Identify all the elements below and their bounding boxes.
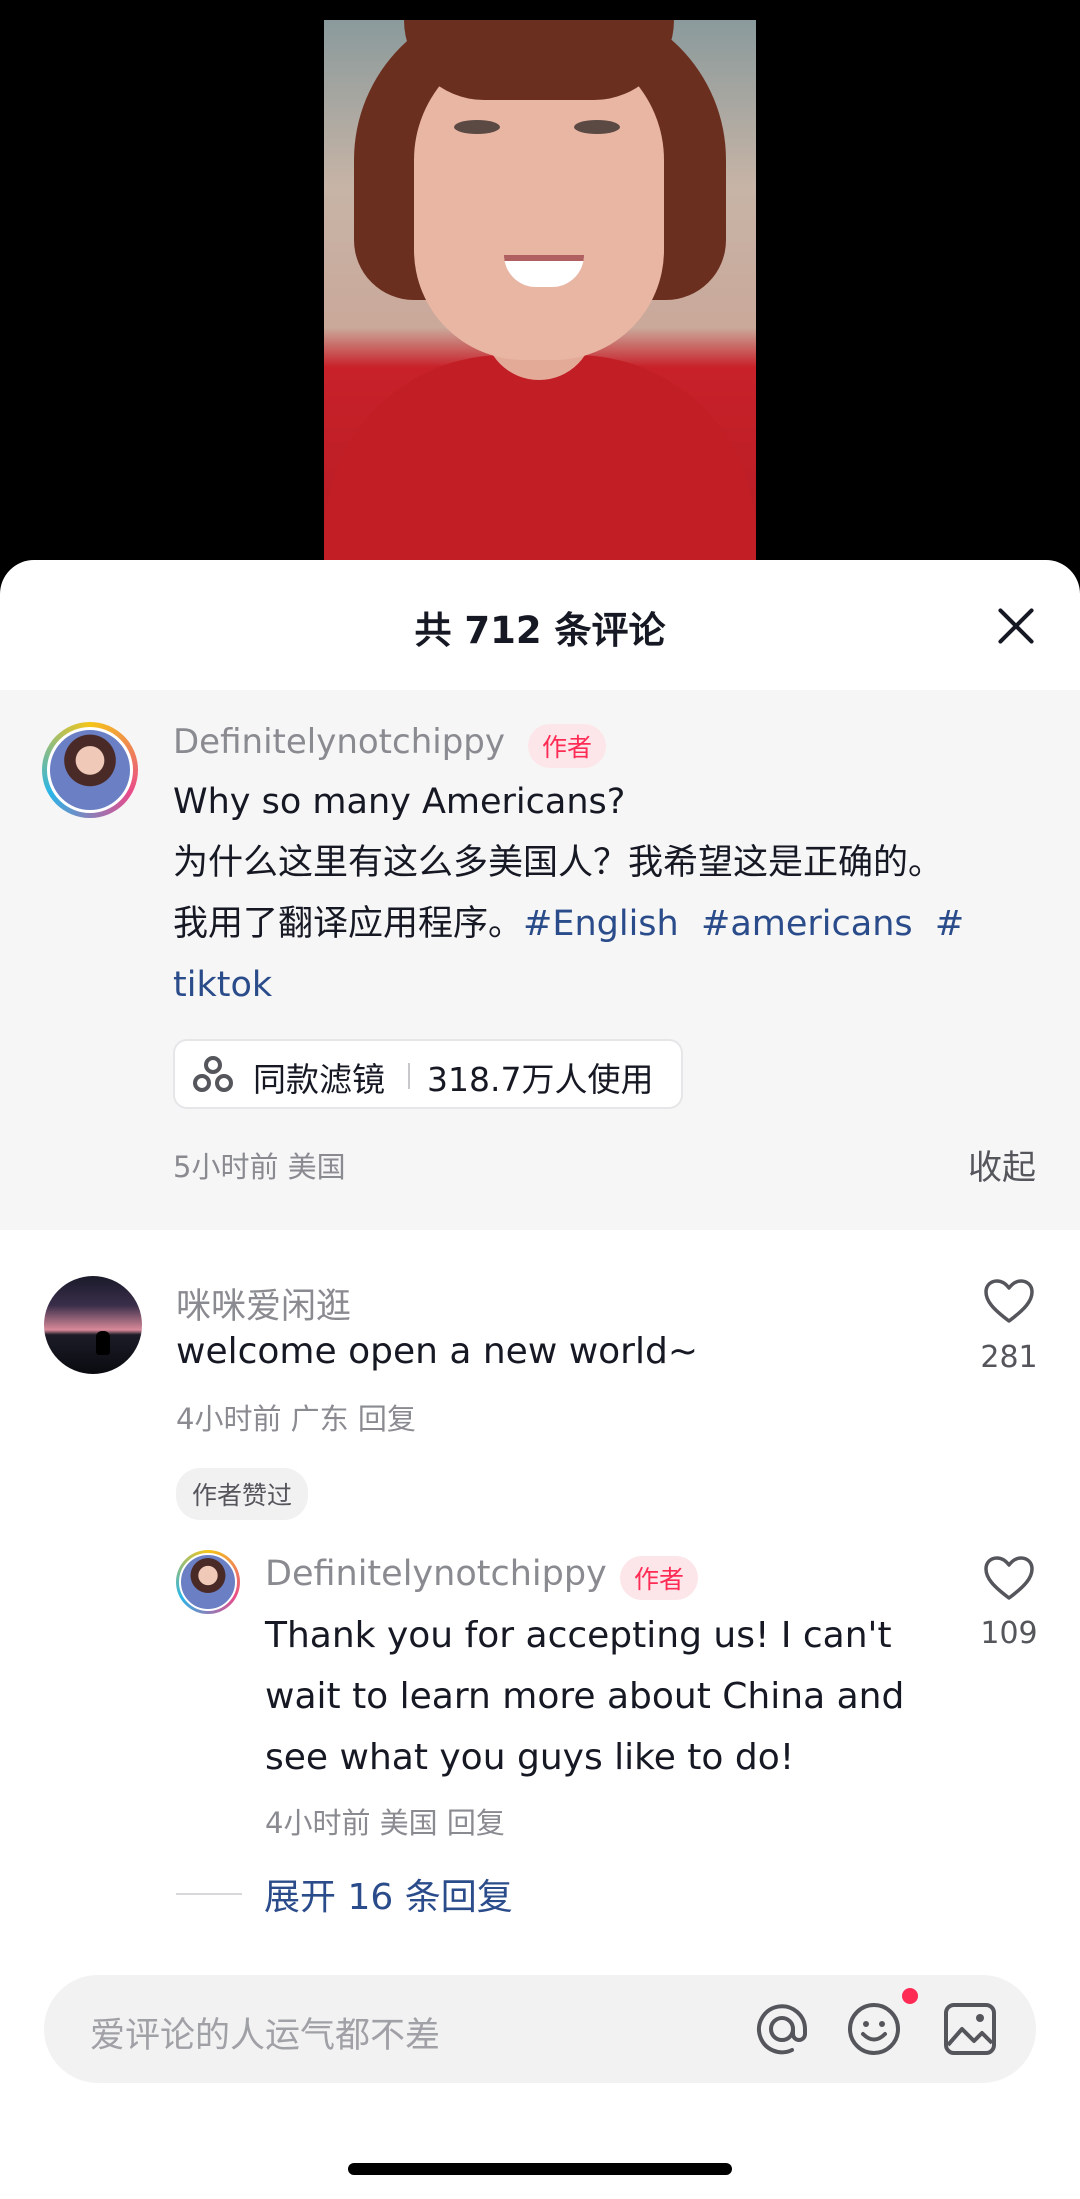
comment-text: Why so many Americans? 为什么这里有这么多美国人？我希望这…: [173, 772, 1033, 1016]
expand-replies-button[interactable]: 展开 16 条回复: [264, 1868, 513, 1920]
comment-line: Why so many Americans?: [173, 782, 626, 822]
heart-icon[interactable]: [983, 1555, 1035, 1601]
avatar[interactable]: [42, 722, 138, 818]
video-player[interactable]: [0, 0, 1080, 580]
image-icon[interactable]: [942, 2001, 998, 2057]
divider: [408, 1063, 410, 1089]
comment-input-placeholder[interactable]: 爱评论的人运气都不差: [90, 2007, 440, 2058]
sheet-header: 共 712 条评论: [0, 560, 1080, 690]
hashtag-tiktok[interactable]: tiktok: [173, 955, 1033, 1016]
reply-button[interactable]: 回复: [447, 1806, 505, 1840]
author-badge: 作者: [528, 724, 607, 768]
comment-line: 为什么这里有这么多美国人？我希望这是正确的。: [173, 843, 944, 883]
heart-icon[interactable]: [983, 1278, 1035, 1324]
reply-button[interactable]: 回复: [358, 1402, 416, 1436]
comment-meta: 5小时前 美国: [173, 1144, 346, 1186]
notification-dot: [902, 1988, 918, 2004]
comment-username[interactable]: Definitelynotchippy: [173, 722, 505, 762]
like-count: 281: [980, 1340, 1038, 1375]
reply-location: 美国: [379, 1806, 438, 1840]
reply-username[interactable]: Definitelynotchippy: [265, 1554, 607, 1594]
comment-username[interactable]: 咪咪爱闲逛: [176, 1278, 351, 1329]
avatar[interactable]: [44, 1276, 142, 1374]
comment-line: 我用了翻译应用程序。#English #americans #: [173, 894, 1033, 955]
reply-meta: 4小时前 美国 回复: [265, 1800, 505, 1842]
filter-label: 同款滤镜: [253, 1060, 385, 1099]
at-icon[interactable]: [754, 2001, 810, 2057]
same-filter-chip[interactable]: 同款滤镜 318.7万人使用: [173, 1039, 683, 1109]
close-icon[interactable]: [988, 598, 1044, 654]
comment-location: 美国: [287, 1150, 346, 1184]
filter-icon: [193, 1056, 233, 1094]
comment-location: 广东: [290, 1402, 349, 1436]
hashtag-americans[interactable]: #americans: [701, 904, 913, 944]
reply-line: wait to learn more about China and: [265, 1676, 905, 1717]
reply-line: see what you guys like to do!: [265, 1737, 795, 1778]
avatar[interactable]: [176, 1550, 240, 1614]
emoji-icon[interactable]: [846, 2001, 902, 2057]
home-indicator: [348, 2163, 732, 2175]
like-count: 109: [980, 1616, 1038, 1651]
comment-line-text: 我用了翻译应用程序。: [173, 904, 524, 944]
reply-text: Thank you for accepting us! I can't wait…: [265, 1605, 925, 1788]
comment-time: 5小时前: [173, 1150, 279, 1184]
comment-count-title: 共 712 条评论: [414, 609, 666, 652]
comment-meta: 4小时前 广东 回复: [176, 1396, 416, 1438]
author-liked-badge: 作者赞过: [176, 1468, 309, 1520]
video-frame: [324, 20, 756, 580]
comments-sheet: 共 712 条评论 Definitelynotchippy 作者 Why so …: [0, 560, 1080, 2199]
pinned-author-comment: Definitelynotchippy 作者 Why so many Ameri…: [0, 690, 1080, 1230]
comment-input-bar[interactable]: 爱评论的人运气都不差: [44, 1975, 1036, 2083]
filter-usage-count: 318.7万人使用: [427, 1060, 654, 1099]
hashtag-english[interactable]: #English: [523, 904, 679, 944]
comment-text: welcome open a new world~: [176, 1331, 698, 1372]
author-badge: 作者: [620, 1556, 699, 1600]
collapse-button[interactable]: 收起: [968, 1140, 1036, 1189]
hashtag-symbol[interactable]: #: [935, 904, 964, 944]
comment-time: 4小时前: [176, 1402, 282, 1436]
reply-line: Thank you for accepting us! I can't: [265, 1615, 892, 1656]
reply-time: 4小时前: [265, 1806, 371, 1840]
divider: [176, 1893, 242, 1895]
